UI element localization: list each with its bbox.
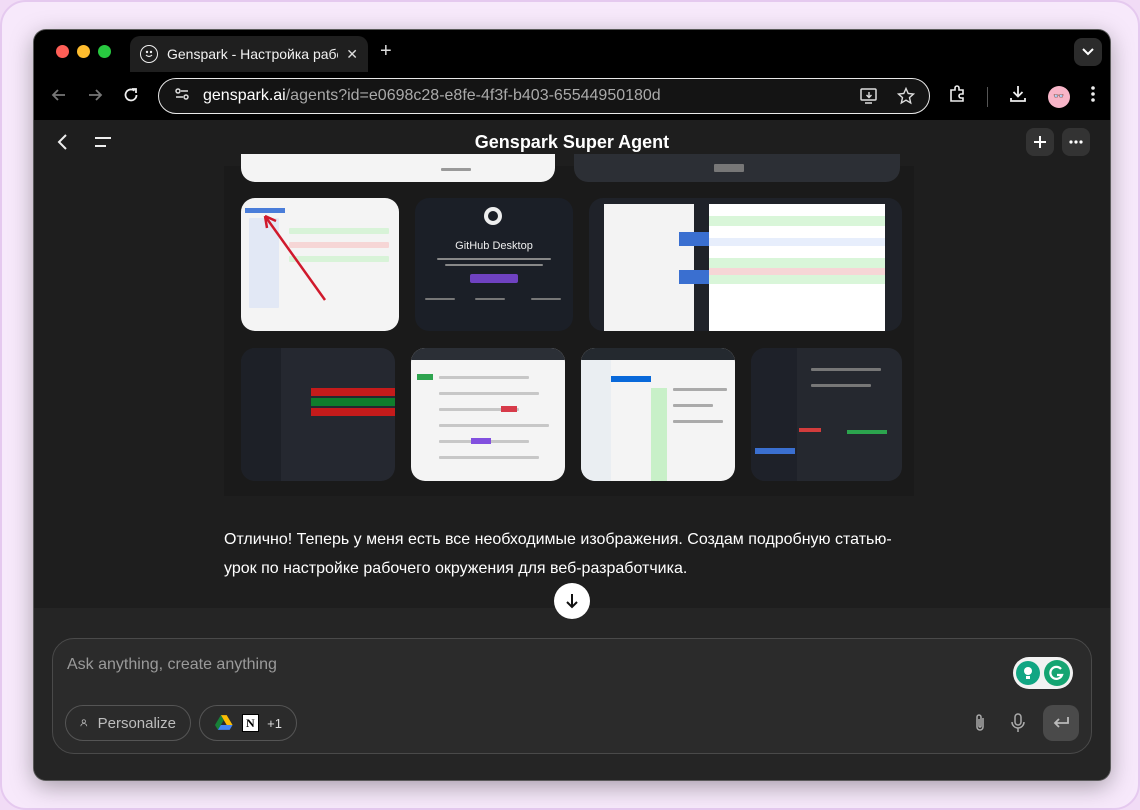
bulb-icon[interactable] xyxy=(1016,661,1040,685)
tab-close-icon[interactable]: ✕ xyxy=(346,46,358,63)
chat-input[interactable] xyxy=(67,653,967,677)
notion-icon: N xyxy=(241,714,260,732)
browser-menu-icon[interactable] xyxy=(1090,85,1096,108)
thumbnail-split-diff[interactable] xyxy=(581,348,735,481)
github-desktop-caption: GitHub Desktop xyxy=(455,240,533,252)
thumbnail-code-diff[interactable] xyxy=(589,198,902,331)
chat-composer: Personalize N +1 xyxy=(52,638,1092,754)
back-arrow-icon[interactable] xyxy=(50,86,68,109)
tab-title: Genspark - Настройка рабоч xyxy=(167,46,339,62)
thumbnail-github-desktop[interactable]: GitHub Desktop xyxy=(415,198,573,331)
browser-toolbar: genspark.ai/agents?id=e0698c28-e8fe-4f3f… xyxy=(34,72,1110,120)
browser-window: Genspark - Настройка рабоч ✕ + genspark.… xyxy=(34,30,1110,780)
browser-tab[interactable]: Genspark - Настройка рабоч ✕ xyxy=(130,36,368,72)
attach-paperclip-icon[interactable] xyxy=(973,713,987,738)
close-window-button[interactable] xyxy=(56,45,69,58)
scroll-to-bottom-button[interactable] xyxy=(554,583,590,619)
personalize-button[interactable]: Personalize xyxy=(65,705,191,741)
maximize-window-button[interactable] xyxy=(98,45,111,58)
user-icon xyxy=(80,719,88,727)
integrations-button[interactable]: N +1 xyxy=(199,705,297,741)
url-host: genspark.ai xyxy=(203,87,286,104)
downloads-icon[interactable] xyxy=(1008,84,1028,109)
url-path: /agents?id=e0698c28-e8fe-4f3f-b403-65544… xyxy=(285,87,661,104)
page-title: Genspark Super Agent xyxy=(474,132,670,152)
thumbnail-sublime-diff[interactable] xyxy=(241,198,399,331)
personalize-label: Personalize xyxy=(97,714,176,732)
send-button[interactable] xyxy=(1043,705,1079,741)
integrations-more-count: +1 xyxy=(267,715,282,731)
thumbnail-light-pr-list[interactable] xyxy=(411,348,565,481)
profile-avatar[interactable]: 👓 xyxy=(1048,85,1070,108)
genspark-favicon-icon xyxy=(140,45,158,63)
install-app-icon[interactable] xyxy=(859,87,879,110)
google-drive-icon xyxy=(214,715,233,730)
url-text: genspark.ai/agents?id=e0698c28-e8fe-4f3f… xyxy=(203,87,661,105)
enter-arrow-icon xyxy=(1053,717,1069,728)
tab-strip: Genspark - Настройка рабоч ✕ + xyxy=(34,30,1110,72)
thumbnail-cut-top-left[interactable] xyxy=(241,154,555,182)
extensions-puzzle-icon[interactable] xyxy=(947,84,967,109)
thumbnail-cut-top-right[interactable] xyxy=(574,154,900,182)
toolbar-divider xyxy=(987,86,988,107)
download-for-macos-button-image xyxy=(470,274,518,283)
thumbnail-dark-editor-2[interactable] xyxy=(751,348,902,481)
tab-search-menu-button[interactable] xyxy=(1074,38,1102,66)
minimize-window-button[interactable] xyxy=(77,45,90,58)
grammarly-icon[interactable] xyxy=(1044,660,1070,686)
thumbnail-dark-editor-1[interactable] xyxy=(241,348,395,481)
new-chat-plus-button[interactable] xyxy=(1026,128,1054,156)
app-header: Genspark Super Agent xyxy=(34,120,1110,166)
site-settings-icon[interactable] xyxy=(173,85,191,108)
grammarly-widget[interactable] xyxy=(1013,657,1073,689)
microphone-icon[interactable] xyxy=(1011,713,1025,738)
bookmark-star-icon[interactable] xyxy=(896,86,916,110)
reload-icon[interactable] xyxy=(122,86,140,109)
address-bar[interactable]: genspark.ai/agents?id=e0698c28-e8fe-4f3f… xyxy=(158,78,930,114)
assistant-message: Отлично! Теперь у меня есть все необходи… xyxy=(224,531,892,577)
arrow-down-icon xyxy=(566,594,578,609)
more-options-button[interactable] xyxy=(1062,128,1090,156)
new-tab-icon[interactable]: + xyxy=(380,40,392,63)
forward-arrow-icon[interactable] xyxy=(86,86,104,109)
